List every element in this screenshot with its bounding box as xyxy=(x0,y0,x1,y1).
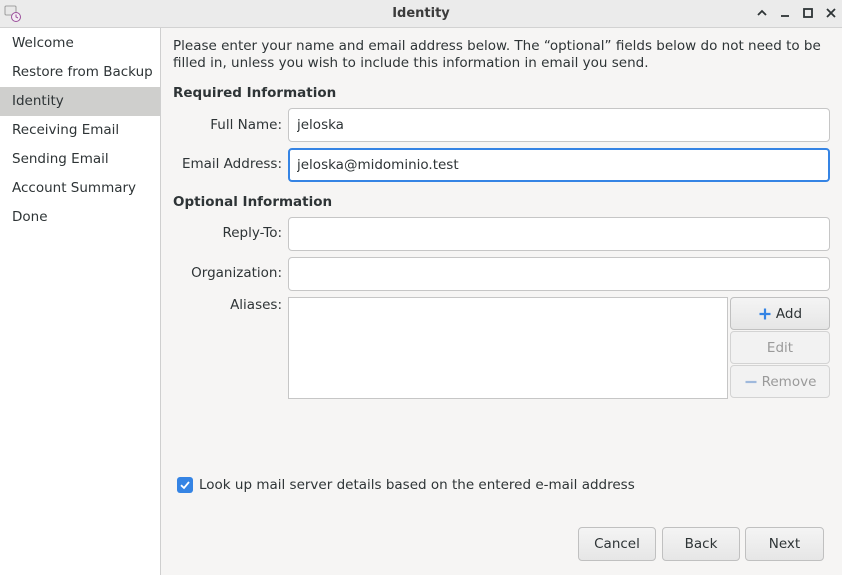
back-button[interactable]: Back xyxy=(662,527,740,561)
lookup-mail-server-option[interactable]: Look up mail server details based on the… xyxy=(177,477,635,493)
reply-to-label: Reply-To: xyxy=(222,225,282,241)
sidebar-item-welcome[interactable]: Welcome xyxy=(0,29,160,58)
sidebar-item-identity[interactable]: Identity xyxy=(0,86,160,116)
lookup-mail-server-checkbox[interactable] xyxy=(177,477,193,493)
edit-alias-button[interactable]: Edit xyxy=(730,331,830,364)
edit-alias-button-label: Edit xyxy=(766,339,794,356)
minimize-icon[interactable] xyxy=(777,5,793,21)
email-address-field[interactable] xyxy=(288,148,830,182)
reply-to-field[interactable] xyxy=(288,217,830,251)
minus-icon xyxy=(744,375,758,389)
title-bar: Identity xyxy=(0,0,842,28)
email-address-label: Email Address: xyxy=(181,156,282,172)
aliases-list[interactable] xyxy=(288,297,728,399)
optional-info-heading: Optional Information xyxy=(173,194,333,210)
organization-label: Organization: xyxy=(191,265,282,281)
identity-page: Please enter your name and email address… xyxy=(161,28,842,575)
sidebar-item-restore-from-backup[interactable]: Restore from Backup xyxy=(0,58,160,87)
full-name-label: Full Name: xyxy=(210,117,282,133)
sidebar-item-account-summary[interactable]: Account Summary xyxy=(0,174,160,203)
assistant-sidebar: Welcome Restore from Backup Identity Rec… xyxy=(0,28,161,575)
lookup-mail-server-label: Look up mail server details based on the… xyxy=(199,477,635,493)
add-alias-button-label: Add xyxy=(775,305,803,322)
collapse-up-icon[interactable] xyxy=(754,5,770,21)
required-info-heading: Required Information xyxy=(173,85,337,101)
next-button[interactable]: Next xyxy=(745,527,824,561)
sidebar-item-receiving-email[interactable]: Receiving Email xyxy=(0,116,160,145)
sidebar-item-sending-email[interactable]: Sending Email xyxy=(0,145,160,174)
maximize-icon[interactable] xyxy=(800,5,816,21)
full-name-field[interactable] xyxy=(288,108,830,142)
window-title: Identity xyxy=(392,6,450,21)
organization-field[interactable] xyxy=(288,257,830,291)
intro-text: Please enter your name and email address… xyxy=(173,38,821,71)
close-icon[interactable] xyxy=(823,5,839,21)
sidebar-item-done[interactable]: Done xyxy=(0,203,160,232)
plus-icon xyxy=(758,307,772,321)
remove-alias-button-label: Remove xyxy=(761,373,817,390)
aliases-label: Aliases: xyxy=(230,297,282,313)
add-alias-button[interactable]: Add xyxy=(730,297,830,330)
cancel-button[interactable]: Cancel xyxy=(578,527,656,561)
remove-alias-button[interactable]: Remove xyxy=(730,365,830,398)
